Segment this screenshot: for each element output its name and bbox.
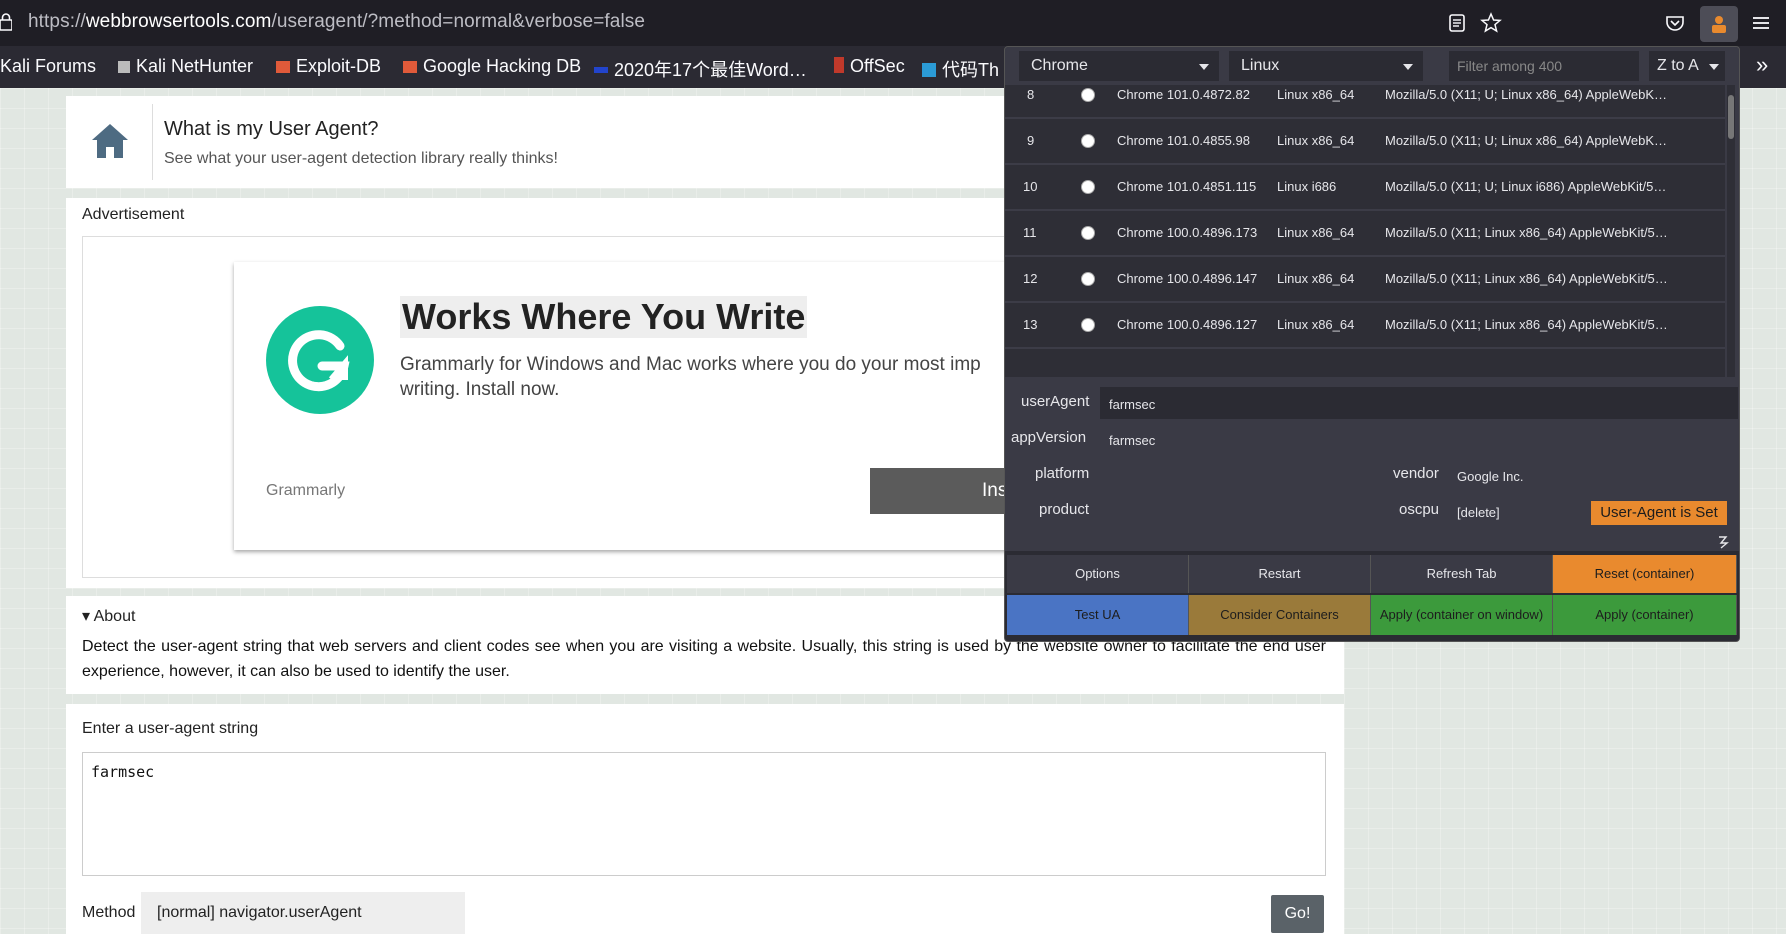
ua-textarea[interactable]: farmsec	[82, 752, 1326, 876]
nethunter-icon	[118, 61, 130, 73]
bookmark-offsec[interactable]: OffSec	[834, 56, 905, 77]
test-ua-button[interactable]: Test UA	[1007, 595, 1189, 635]
url-prefix: https://	[28, 11, 86, 32]
refresh-tab-button[interactable]: Refresh Tab	[1371, 555, 1553, 593]
home-icon[interactable]	[90, 122, 130, 160]
url-bar: https://webbrowsertools.com/useragent/?m…	[0, 0, 1786, 46]
url-path: /useragent/?method=normal&verbose=false	[271, 11, 646, 32]
user-agent-extension-button[interactable]	[1700, 6, 1738, 42]
ua-input-label: Enter a user-agent string	[82, 720, 259, 737]
list-item[interactable]: 11 Chrome 100.0.4896.173 Linux x86_64 Mo…	[1005, 211, 1725, 255]
bilibili-icon	[922, 63, 936, 77]
ad-label: Advertisement	[82, 206, 185, 223]
flag-icon	[594, 67, 608, 73]
radio-button[interactable]	[1081, 180, 1095, 194]
useragent-label: userAgent	[1021, 393, 1090, 410]
offsec-icon	[834, 57, 844, 73]
method-label: Method	[82, 904, 136, 921]
method-select[interactable]: [normal] navigator.userAgent	[141, 892, 465, 934]
ad-text: Grammarly for Windows and Mac works wher…	[400, 354, 981, 400]
appversion-value[interactable]: farmsec	[1109, 433, 1155, 448]
list-scrollbar[interactable]	[1727, 85, 1735, 427]
radio-button[interactable]	[1081, 272, 1095, 286]
useragent-value: farmsec	[1109, 397, 1156, 412]
ua-set-badge: User-Agent is Set	[1591, 501, 1727, 525]
extension-icon	[1712, 16, 1726, 33]
address-field[interactable]: https://webbrowsertools.com/useragent/?m…	[28, 11, 645, 33]
chevron-down-icon	[1709, 64, 1719, 70]
ad-heading: Works Where You Write	[400, 296, 808, 338]
chevron-down-icon	[1199, 64, 1209, 70]
useragent-input[interactable]	[1100, 387, 1738, 419]
appversion-label: appVersion	[1011, 429, 1087, 446]
list-item[interactable]: 8 Chrome 101.0.4872.82 Linux x86_64 Mozi…	[1005, 85, 1725, 117]
page-title: What is my User Agent?	[164, 118, 379, 140]
list-item[interactable]: 13 Chrome 100.0.4896.127 Linux x86_64 Mo…	[1005, 303, 1725, 347]
reader-view-icon[interactable]	[1446, 12, 1468, 34]
bookmark-star-icon[interactable]	[1480, 12, 1502, 34]
popup-toolbar: Chrome Linux Filter among 400 Z to A	[1005, 47, 1739, 85]
reset-container-button[interactable]: Reset (container)	[1553, 555, 1737, 593]
lock-icon	[0, 13, 12, 31]
list-item[interactable]: 12 Chrome 100.0.4896.147 Linux x86_64 Mo…	[1005, 257, 1725, 301]
bookmark-wordpress[interactable]: 2020年17个最佳Word…	[594, 56, 807, 82]
bookmark-kali-forums[interactable]: Kali Forums	[0, 56, 96, 77]
chevron-down-icon	[1403, 64, 1413, 70]
browser-select[interactable]: Chrome	[1019, 51, 1219, 81]
ad-brand: Grammarly	[266, 482, 346, 499]
radio-button[interactable]	[1081, 318, 1095, 332]
sort-select[interactable]: Z to A	[1649, 51, 1725, 81]
bookmarks-overflow-icon[interactable]: »	[1756, 52, 1768, 78]
resize-icon[interactable]	[1717, 535, 1729, 549]
options-button[interactable]: Options	[1007, 555, 1189, 593]
go-button[interactable]: Go!	[1271, 895, 1324, 933]
platform-label: platform	[1035, 465, 1090, 482]
bookmark-kali-nethunter[interactable]: Kali NetHunter	[118, 56, 253, 77]
oscpu-value[interactable]: [delete]	[1457, 505, 1500, 520]
vendor-label: vendor	[1393, 465, 1439, 482]
bookmark-google-hacking-db[interactable]: Google Hacking DB	[403, 56, 581, 77]
os-select[interactable]: Linux	[1229, 51, 1423, 81]
url-host: webbrowsertools.com	[85, 11, 272, 32]
grammarly-logo	[266, 306, 374, 414]
ua-list: 8 Chrome 101.0.4872.82 Linux x86_64 Mozi…	[1005, 85, 1725, 427]
bookmark-code[interactable]: 代码Th	[922, 56, 999, 82]
filter-input[interactable]: Filter among 400	[1449, 51, 1639, 81]
radio-button[interactable]	[1081, 226, 1095, 240]
oscpu-label: oscpu	[1399, 501, 1440, 518]
vendor-value[interactable]: Google Inc.	[1457, 469, 1524, 484]
radio-button[interactable]	[1081, 88, 1095, 102]
ghdb-icon	[403, 61, 417, 73]
menu-icon[interactable]	[1750, 12, 1772, 34]
consider-containers-button[interactable]: Consider Containers	[1189, 595, 1371, 635]
radio-button[interactable]	[1081, 134, 1095, 148]
page-subtitle: See what your user-agent detection libra…	[164, 150, 558, 167]
apply-container-button[interactable]: Apply (container)	[1553, 595, 1737, 635]
list-item[interactable]	[1005, 349, 1725, 379]
useragent-switcher-popup: Chrome Linux Filter among 400 Z to A 8 C…	[1004, 46, 1740, 642]
bookmark-exploit-db[interactable]: Exploit-DB	[276, 56, 381, 77]
about-toggle[interactable]: ▾ About	[82, 606, 135, 626]
restart-button[interactable]: Restart	[1189, 555, 1371, 593]
exploit-db-icon	[276, 61, 290, 73]
apply-container-window-button[interactable]: Apply (container on window)	[1371, 595, 1553, 635]
list-item[interactable]: 9 Chrome 101.0.4855.98 Linux x86_64 Mozi…	[1005, 119, 1725, 163]
product-label: product	[1039, 501, 1090, 518]
scrollbar-thumb[interactable]	[1728, 95, 1734, 139]
pocket-icon[interactable]	[1664, 12, 1686, 34]
list-item[interactable]: 10 Chrome 101.0.4851.115 Linux i686 Mozi…	[1005, 165, 1725, 209]
